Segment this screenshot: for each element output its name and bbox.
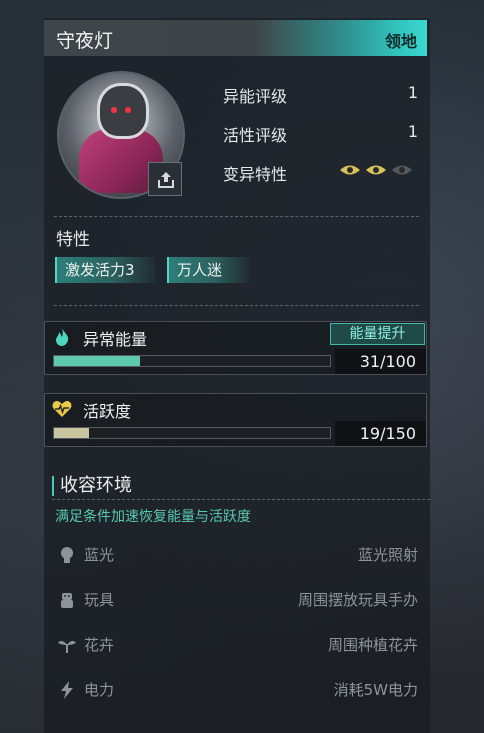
character-name: 守夜灯 <box>56 30 114 52</box>
lightbulb-icon <box>61 547 73 563</box>
condition-row: 玩具 周围摆放玩具手办 <box>44 585 427 615</box>
portrait-eye <box>111 107 117 113</box>
activity-panel: 活跃度 19/150 <box>44 393 427 447</box>
condition-name: 蓝光 <box>84 546 115 564</box>
condition-requirement: 周围摆放玩具手办 <box>297 591 418 609</box>
energy-progress-fill <box>54 356 140 366</box>
condition-row: 花卉 周围种植花卉 <box>44 630 427 660</box>
energy-label: 异常能量 <box>83 330 148 349</box>
mutation-trait-label: 变异特性 <box>223 165 288 184</box>
activity-progress-fill <box>54 428 89 438</box>
header-bar: 守夜灯 领地 <box>44 20 427 56</box>
eye-icon <box>340 165 360 175</box>
condition-name: 花卉 <box>84 636 115 654</box>
eye-icon <box>366 165 386 175</box>
activity-rating-label: 活性评级 <box>223 126 288 145</box>
flame-icon <box>56 328 69 346</box>
condition-requirement: 周围种植花卉 <box>327 636 418 654</box>
energy-progress-bar <box>53 355 331 367</box>
plant-icon <box>58 641 76 653</box>
traits-heading: 特性 <box>56 230 90 250</box>
lightning-icon <box>61 681 73 699</box>
trait-tag[interactable]: 激发活力3 <box>55 257 156 283</box>
toy-icon <box>61 593 73 608</box>
energy-boost-button[interactable]: 能量提升 <box>330 323 425 345</box>
condition-name: 电力 <box>84 681 115 699</box>
divider <box>54 305 419 306</box>
territory-tag[interactable]: 领地 <box>385 28 417 52</box>
share-icon <box>158 172 174 188</box>
condition-row: 蓝光 蓝光照射 <box>44 540 427 570</box>
mutation-level-indicator <box>339 163 413 177</box>
condition-name: 玩具 <box>84 591 115 609</box>
activity-value: 19/150 <box>335 421 426 446</box>
containment-description: 满足条件加速恢复能量与活跃度 <box>55 509 251 525</box>
ability-rating-label: 异能评级 <box>223 87 288 106</box>
activity-progress-bar <box>53 427 331 439</box>
energy-panel: 异常能量 能量提升 31/100 <box>44 321 427 375</box>
share-button[interactable] <box>148 162 182 196</box>
condition-requirement: 消耗5W电力 <box>333 681 418 699</box>
trait-tag[interactable]: 万人迷 <box>167 257 249 283</box>
divider <box>54 216 419 217</box>
energy-value: 31/100 <box>335 349 426 374</box>
heart-pulse-icon <box>52 401 72 417</box>
activity-rating-value: 1 <box>407 122 418 141</box>
divider <box>52 499 430 500</box>
portrait-head <box>97 83 149 139</box>
eye-icon-inactive <box>392 165 412 175</box>
activity-label: 活跃度 <box>83 402 132 421</box>
condition-requirement: 蓝光照射 <box>357 546 418 564</box>
condition-row: 电力 消耗5W电力 <box>44 675 427 705</box>
ability-rating-value: 1 <box>407 83 418 102</box>
containment-heading: 收容环境 <box>52 476 132 496</box>
portrait-eye <box>125 107 131 113</box>
